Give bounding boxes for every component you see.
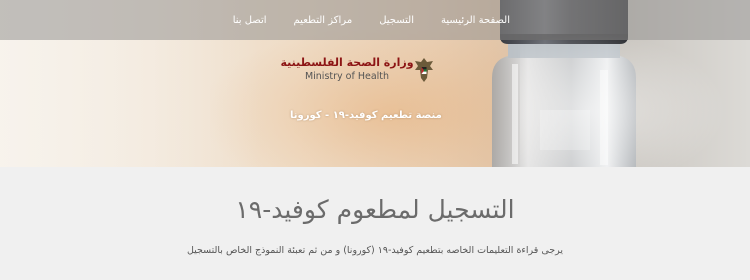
- page-title: التسجيل لمطعوم كوفيد-١٩: [235, 195, 515, 224]
- platform-title: منصة تطعيم كوفيد-١٩ - كورونا: [290, 110, 442, 121]
- instructions-text: يرجى قراءة التعليمات الخاصه بتطعيم كوفيد…: [186, 245, 564, 256]
- nav-contact-us[interactable]: اتصل بنا: [233, 15, 267, 26]
- nav-home[interactable]: الصفحة الرئيسية: [441, 15, 510, 26]
- main-content: التسجيل لمطعوم كوفيد-١٩ يرجى قراءة التعل…: [0, 167, 750, 280]
- nav-vaccination-centers[interactable]: مراكز التطعيم: [294, 15, 353, 26]
- top-navbar: الصفحة الرئيسية التسجيل مراكز التطعيم ات…: [0, 0, 750, 40]
- ministry-name-arabic: وزارة الصحة الفلسطينية: [280, 56, 414, 69]
- ministry-name: وزارة الصحة الفلسطينية Ministry of Healt…: [280, 56, 413, 84]
- eagle-emblem-icon: [415, 58, 433, 82]
- ministry-logo[interactable]: وزارة الصحة الفلسطينية Ministry of Healt…: [280, 54, 435, 86]
- ministry-name-english: Ministry of Health: [304, 71, 390, 82]
- hero-shine: [520, 20, 750, 167]
- nav-registration[interactable]: التسجيل: [379, 15, 414, 26]
